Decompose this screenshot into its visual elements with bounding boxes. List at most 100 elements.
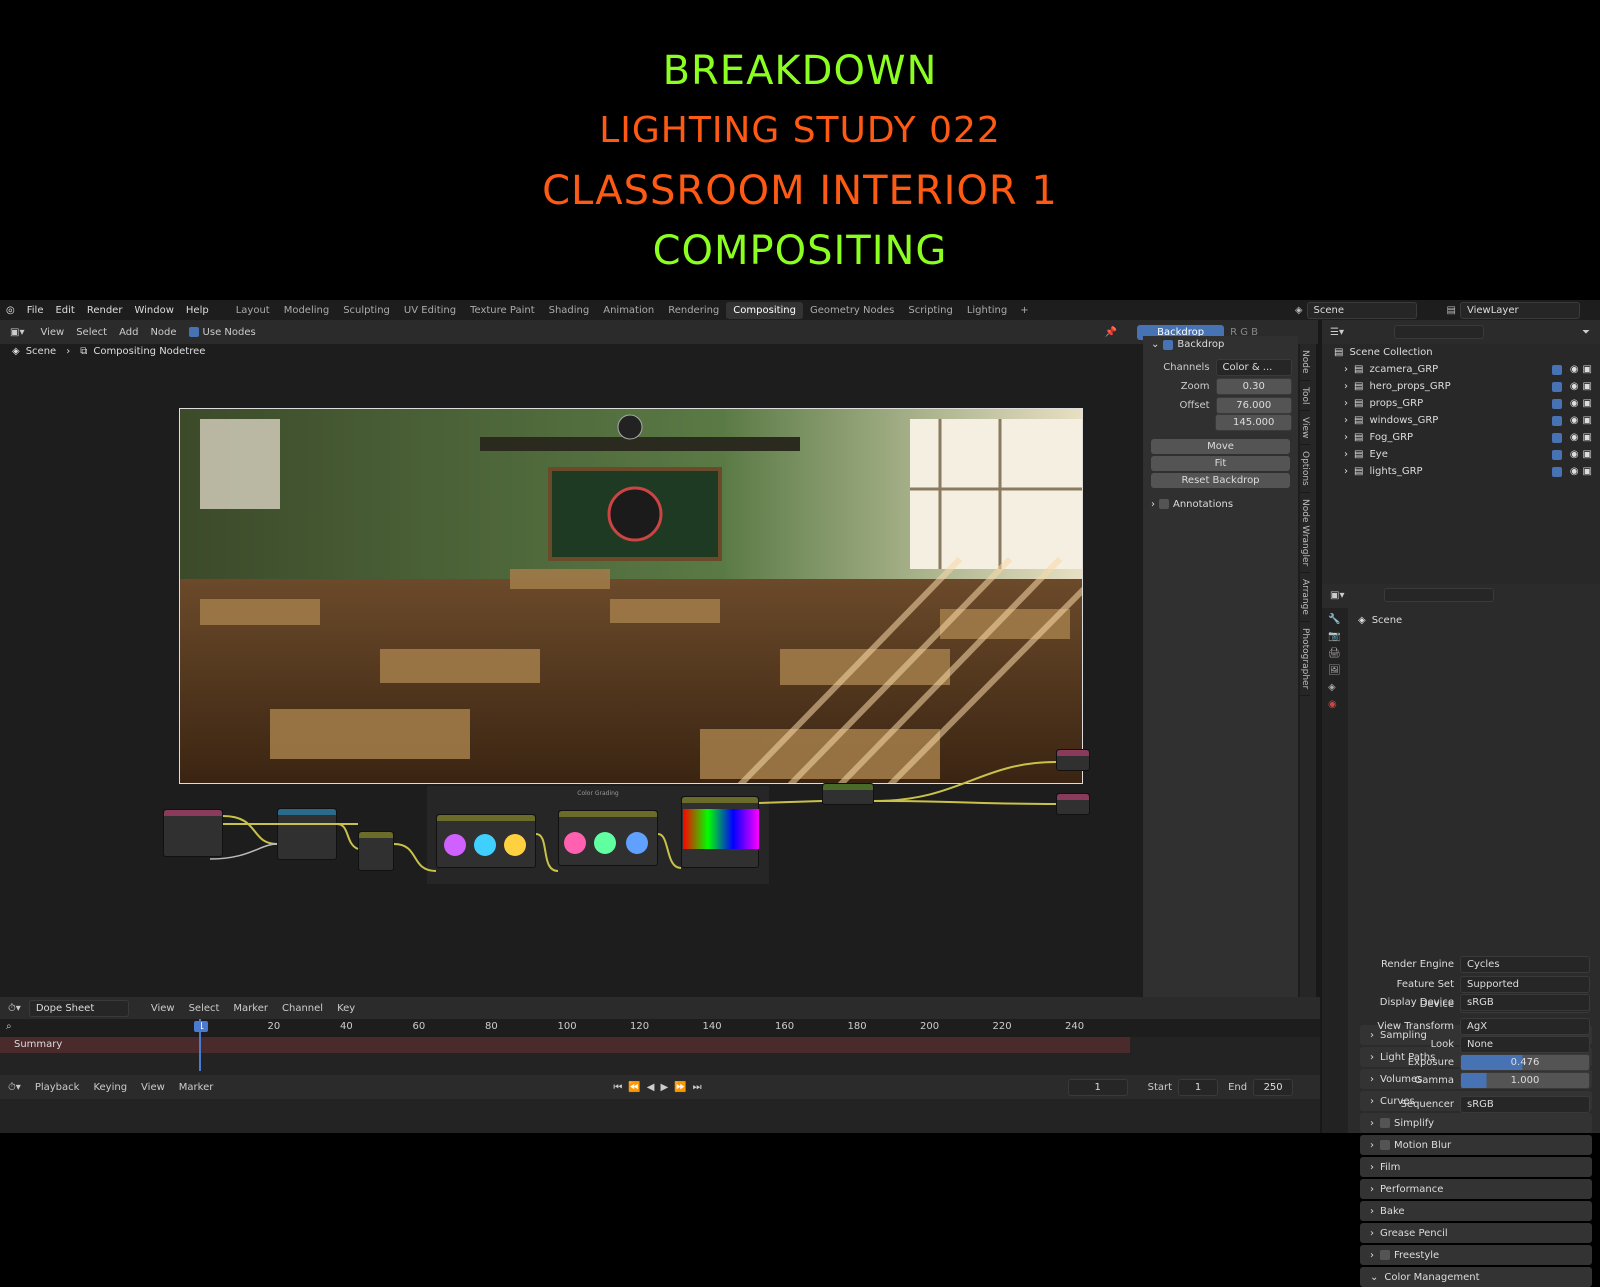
blender-logo-icon[interactable]: ◎ (0, 305, 21, 316)
view-menu[interactable]: View (34, 327, 70, 338)
visibility-checkbox[interactable] (1551, 432, 1562, 443)
workspace-tab-rendering[interactable]: Rendering (661, 302, 726, 319)
chevron-right-icon[interactable]: › (1344, 415, 1348, 426)
section-checkbox[interactable] (1380, 1250, 1390, 1260)
view-transform-field[interactable]: AgX (1460, 1018, 1590, 1035)
filter-icon[interactable]: ⏷ (1582, 327, 1590, 338)
outliner-item[interactable]: › ▤ Eye ◉ ▣ (1322, 446, 1600, 463)
outliner-item[interactable]: › ▤ windows_GRP ◉ ▣ (1322, 412, 1600, 429)
backdrop-panel-title[interactable]: Backdrop (1177, 339, 1224, 350)
outliner-item[interactable]: › ▤ zcamera_GRP ◉ ▣ (1322, 361, 1600, 378)
workspace-tab-animation[interactable]: Animation (596, 302, 661, 319)
world-tab-icon[interactable]: ◉ (1328, 699, 1342, 710)
dope-menu-marker[interactable]: Marker (233, 1003, 268, 1014)
properties-search[interactable] (1384, 588, 1495, 602)
offset-x-field[interactable]: 76.000 (1215, 397, 1292, 414)
chevron-right-icon[interactable]: › (1151, 499, 1155, 510)
eye-icon[interactable]: ◉ (1570, 432, 1579, 443)
eye-icon[interactable]: ◉ (1570, 364, 1579, 375)
sequencer-field[interactable]: sRGB (1460, 1096, 1590, 1113)
scene-tab-icon[interactable]: ◈ (1328, 682, 1342, 693)
tool-tab-icon[interactable]: 🔧 (1328, 614, 1342, 625)
outliner-item[interactable]: › ▤ hero_props_GRP ◉ ▣ (1322, 378, 1600, 395)
menu-render[interactable]: Render (81, 305, 129, 316)
exposure-field[interactable]: 0.476 (1460, 1054, 1590, 1071)
section-film[interactable]: › Film (1360, 1157, 1592, 1177)
timeline-editor-icon[interactable]: ⏱▾ (8, 1003, 21, 1014)
workspace-tab-lighting[interactable]: Lighting (960, 302, 1014, 319)
annotations-title[interactable]: Annotations (1173, 499, 1233, 510)
dope-menu-view[interactable]: View (151, 1003, 175, 1014)
node-editor-canvas[interactable]: ◈ Scene › ⧉ Compositing Nodetree Color G… (0, 344, 1304, 1012)
eye-icon[interactable]: ◉ (1570, 466, 1579, 477)
render-engine-dropdown[interactable]: Cycles (1460, 956, 1590, 973)
dope-menu-select[interactable]: Select (189, 1003, 220, 1014)
sidebar-tab-arrange[interactable]: Arrange (1300, 573, 1310, 623)
current-frame-field[interactable]: 1 (1067, 1078, 1128, 1096)
section-color-management[interactable]: ⌄ Color Management (1360, 1267, 1592, 1287)
camera-icon[interactable]: ▣ (1583, 449, 1592, 460)
camera-icon[interactable]: ▣ (1583, 415, 1592, 426)
eye-icon[interactable]: ◉ (1570, 449, 1579, 460)
keying-menu[interactable]: Keying (93, 1082, 127, 1093)
look-field[interactable]: None (1460, 1036, 1590, 1053)
render-tab-icon[interactable]: 📷 (1328, 631, 1342, 642)
camera-icon[interactable]: ▣ (1583, 398, 1592, 409)
workspace-tab-modeling[interactable]: Modeling (277, 302, 337, 319)
chevron-right-icon[interactable]: › (1344, 449, 1348, 460)
outliner-item[interactable]: › ▤ Fog_GRP ◉ ▣ (1322, 429, 1600, 446)
camera-icon[interactable]: ▣ (1583, 381, 1592, 392)
section-motion-blur[interactable]: › Motion Blur (1360, 1135, 1592, 1155)
view-menu-tl[interactable]: View (141, 1082, 165, 1093)
eye-icon[interactable]: ◉ (1570, 381, 1579, 392)
offset-y-field[interactable]: 145.000 (1215, 414, 1292, 431)
workspace-tab-texture-paint[interactable]: Texture Paint (463, 302, 542, 319)
chevron-right-icon[interactable]: › (1344, 364, 1348, 375)
sidebar-tab-options[interactable]: Options (1300, 445, 1310, 494)
section-simplify[interactable]: › Simplify (1360, 1113, 1592, 1133)
fit-button[interactable]: Fit (1151, 456, 1290, 471)
menu-window[interactable]: Window (128, 305, 179, 316)
eye-icon[interactable]: ◉ (1570, 415, 1579, 426)
section-bake[interactable]: › Bake (1360, 1201, 1592, 1221)
outliner-search[interactable] (1393, 325, 1484, 339)
view-layer-selector[interactable]: ViewLayer (1460, 301, 1580, 319)
visibility-checkbox[interactable] (1551, 398, 1562, 409)
chevron-down-icon[interactable]: ⌄ (1151, 339, 1159, 350)
section-freestyle[interactable]: › Freestyle (1360, 1245, 1592, 1265)
output-tab-icon[interactable]: 🖨 (1328, 648, 1342, 659)
outliner-editor-icon[interactable]: ☰▾ (1330, 327, 1344, 338)
marker-menu-tl[interactable]: Marker (179, 1082, 214, 1093)
move-button[interactable]: Move (1151, 439, 1290, 454)
chevron-right-icon[interactable]: › (1344, 432, 1348, 443)
outliner-item[interactable]: › ▤ props_GRP ◉ ▣ (1322, 395, 1600, 412)
workspace-tab-geometry-nodes[interactable]: Geometry Nodes (803, 302, 901, 319)
scene-selector[interactable]: Scene (1306, 301, 1417, 319)
start-field[interactable]: 1 (1178, 1078, 1219, 1096)
workspace-tab-sculpting[interactable]: Sculpting (336, 302, 397, 319)
section-checkbox[interactable] (1380, 1118, 1390, 1128)
playhead[interactable] (199, 1019, 201, 1071)
visibility-checkbox[interactable] (1551, 381, 1562, 392)
workspace-tab-compositing[interactable]: Compositing (726, 301, 803, 319)
camera-icon[interactable]: ▣ (1583, 364, 1592, 375)
gamma-field[interactable]: 1.000 (1460, 1072, 1590, 1089)
section-performance[interactable]: › Performance (1360, 1179, 1592, 1199)
workspace-tab-layout[interactable]: Layout (229, 302, 277, 319)
playback-menu[interactable]: Playback (35, 1082, 80, 1093)
channels-dropdown[interactable]: Color & ... (1215, 359, 1292, 376)
properties-editor-icon[interactable]: ▣▾ (1330, 590, 1344, 601)
scene-collection-label[interactable]: Scene Collection (1349, 347, 1432, 358)
display-device-field[interactable]: sRGB (1460, 994, 1590, 1011)
pin-icon[interactable]: 📌 (1105, 327, 1117, 338)
outliner-item[interactable]: › ▤ lights_GRP ◉ ▣ (1322, 463, 1600, 480)
workspace-tab-shading[interactable]: Shading (542, 302, 597, 319)
sidebar-tab-tool[interactable]: Tool (1300, 381, 1310, 411)
workspace-tab-uv-editing[interactable]: UV Editing (397, 302, 463, 319)
add-menu[interactable]: Add (113, 327, 144, 338)
camera-icon[interactable]: ▣ (1583, 432, 1592, 443)
chevron-right-icon[interactable]: › (1344, 398, 1348, 409)
menu-file[interactable]: File (21, 305, 50, 316)
visibility-checkbox[interactable] (1551, 466, 1562, 477)
chevron-right-icon[interactable]: › (1344, 381, 1348, 392)
